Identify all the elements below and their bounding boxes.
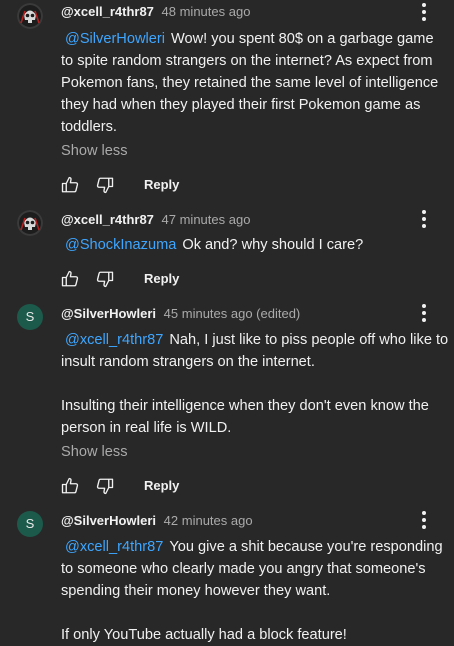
more-options-icon[interactable] (414, 509, 434, 531)
mention-link[interactable]: @xcell_r4thr87 (65, 332, 163, 348)
dislike-icon[interactable] (96, 176, 114, 194)
comment-author[interactable]: @xcell_r4thr87 (61, 212, 154, 227)
like-icon[interactable] (61, 270, 79, 288)
comment-timestamp[interactable]: 42 minutes ago (164, 513, 253, 528)
comment-header: @xcell_r4thr87 47 minutes ago (61, 212, 250, 227)
comment-author[interactable]: @xcell_r4thr87 (61, 4, 154, 19)
comment-author[interactable]: @SilverHowleri (61, 306, 156, 321)
like-icon[interactable] (61, 477, 79, 495)
skull-avatar-icon[interactable] (17, 210, 43, 236)
dislike-icon[interactable] (96, 270, 114, 288)
avatar[interactable]: S (17, 511, 43, 537)
comment-paragraph: If only YouTube actually had a block fea… (61, 627, 347, 643)
dislike-icon[interactable] (96, 477, 114, 495)
avatar[interactable]: S (17, 304, 43, 330)
comment-paragraph: Insulting their intelligence when they d… (61, 398, 429, 436)
comment-timestamp[interactable]: 45 minutes ago (edited) (164, 306, 301, 321)
show-less-button[interactable]: Show less (61, 143, 128, 159)
mention-link[interactable]: @ShockInazuma (65, 237, 176, 253)
comment-author[interactable]: @SilverHowleri (61, 513, 156, 528)
comment-paragraph: Ok and? why should I care? (182, 237, 364, 253)
comment-header: @SilverHowleri 45 minutes ago (edited) (61, 306, 300, 321)
comment-header: @xcell_r4thr87 48 minutes ago (61, 4, 250, 19)
like-icon[interactable] (61, 176, 79, 194)
comment-text: @xcell_r4thr87 Nah, I just like to piss p… (61, 329, 449, 439)
comment-text: @xcell_r4thr87 You give a shit because yo… (61, 536, 449, 646)
mention-link[interactable]: @SilverHowleri (65, 31, 165, 47)
comment-timestamp[interactable]: 48 minutes ago (162, 4, 251, 19)
reply-button[interactable]: Reply (144, 177, 179, 192)
skull-avatar-icon[interactable] (17, 3, 43, 29)
comment-text: @ShockInazuma Ok and? why should I care? (61, 234, 449, 256)
show-less-button[interactable]: Show less (61, 444, 128, 460)
more-options-icon[interactable] (414, 1, 434, 23)
mention-link[interactable]: @xcell_r4thr87 (65, 539, 163, 555)
more-options-icon[interactable] (414, 208, 434, 230)
reply-button[interactable]: Reply (144, 478, 179, 493)
comment-timestamp[interactable]: 47 minutes ago (162, 212, 251, 227)
reply-button[interactable]: Reply (144, 271, 179, 286)
more-options-icon[interactable] (414, 302, 434, 324)
comment-header: @SilverHowleri 42 minutes ago (61, 513, 253, 528)
comment-text: @SilverHowleri Wow! you spent 80$ on a ga… (61, 28, 449, 138)
